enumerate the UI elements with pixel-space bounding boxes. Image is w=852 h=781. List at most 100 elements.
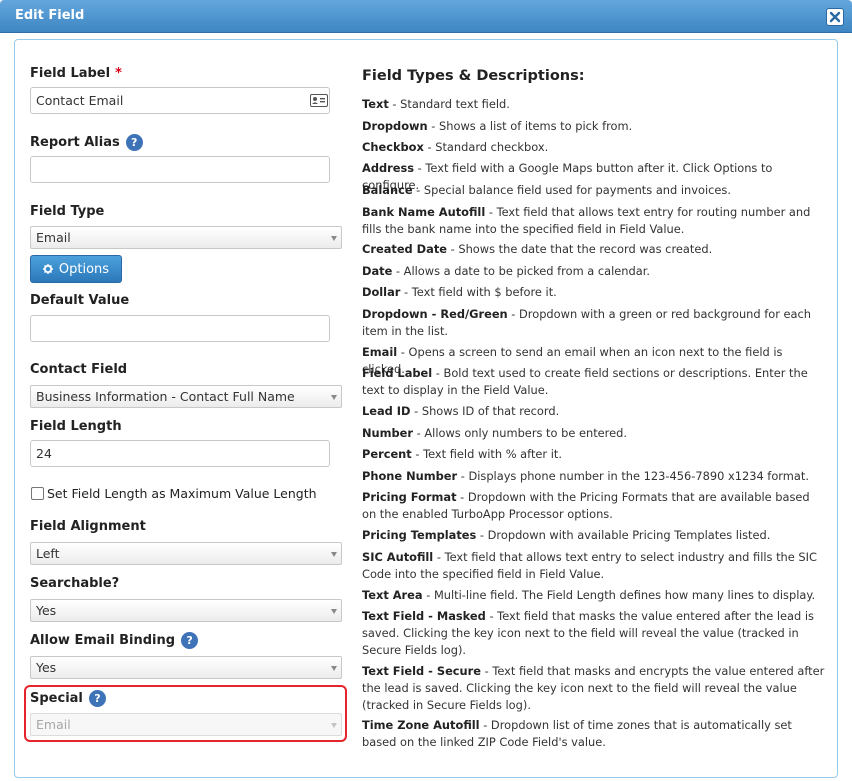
options-button[interactable]: Options — [30, 255, 122, 283]
chevron-down-icon — [331, 723, 337, 728]
set-max-length-label[interactable]: Set Field Length as Maximum Value Length — [47, 486, 317, 501]
type-description: - Shows ID of that record. — [410, 404, 560, 418]
set-max-length-checkbox[interactable] — [31, 487, 44, 500]
type-name: Number — [362, 426, 414, 440]
type-name: Time Zone Autofill — [362, 718, 480, 732]
type-name: Dropdown - Red/Green — [362, 307, 508, 321]
type-description: - Allows only numbers to be entered. — [413, 426, 627, 440]
type-name: Text Area — [362, 588, 423, 602]
type-name: Created Date — [362, 242, 447, 256]
default-value-input[interactable] — [30, 315, 330, 342]
report-alias-label: Report Alias ? — [30, 133, 143, 151]
type-name: Address — [362, 161, 415, 175]
type-name: Dollar — [362, 285, 401, 299]
report-alias-text: Report Alias — [30, 134, 120, 150]
chevron-down-icon — [331, 609, 337, 614]
special-label: Special ? — [30, 689, 106, 707]
allow-email-binding-help-icon[interactable]: ? — [181, 631, 199, 649]
type-desc-checkbox: Checkbox - Standard checkbox. — [362, 139, 826, 156]
field-length-label: Field Length — [30, 417, 122, 435]
dialog-title: Edit Field — [15, 8, 85, 23]
field-type-value: Email — [36, 230, 71, 245]
special-value: Email — [36, 717, 71, 732]
field-label-label: Field Label * — [30, 64, 122, 82]
field-label-text: Field Label — [30, 65, 111, 81]
type-name: Dropdown — [362, 119, 428, 133]
contact-field-select[interactable]: Business Information - Contact Full Name — [30, 385, 342, 408]
field-length-text: Field Length — [30, 418, 122, 434]
type-desc-pricing-format: Pricing Format - Dropdown with the Prici… — [362, 489, 826, 523]
searchable-label: Searchable? — [30, 574, 119, 592]
type-desc-pricing-templates: Pricing Templates - Dropdown with availa… — [362, 527, 826, 544]
allow-email-binding-text: Allow Email Binding — [30, 632, 176, 648]
field-label-value: Contact Email — [36, 93, 124, 108]
type-desc-field-label: Field Label - Bold text used to create f… — [362, 365, 826, 399]
allow-email-binding-select[interactable]: Yes — [30, 656, 342, 679]
type-description: - Allows a date to be picked from a cale… — [392, 264, 650, 278]
type-desc-bank-name-autofill: Bank Name Autofill - Text field that all… — [362, 204, 826, 238]
report-alias-help-icon[interactable]: ? — [125, 133, 143, 151]
type-desc-number: Number - Allows only numbers to be enter… — [362, 425, 826, 442]
searchable-value: Yes — [36, 603, 57, 618]
types-heading: Field Types & Descriptions: — [362, 68, 585, 84]
contact-field-label: Contact Field — [30, 360, 127, 378]
type-desc-phone-number: Phone Number - Displays phone number in … — [362, 468, 826, 485]
contact-field-text: Contact Field — [30, 361, 128, 377]
type-desc-lead-id: Lead ID - Shows ID of that record. — [362, 403, 826, 420]
type-desc-dropdown: Dropdown - Shows a list of items to pick… — [362, 118, 826, 135]
field-type-select[interactable]: Email — [30, 226, 342, 249]
required-marker: * — [115, 65, 122, 81]
close-button[interactable] — [826, 8, 844, 26]
type-description: - Text field with $ before it. — [400, 285, 557, 299]
type-desc-text-field-secure: Text Field - Secure - Text field that ma… — [362, 663, 826, 714]
field-alignment-label: Field Alignment — [30, 517, 146, 535]
type-name: SIC Autofill — [362, 550, 434, 564]
type-description: - Text field with % after it. — [411, 447, 562, 461]
type-name: Bank Name Autofill — [362, 205, 486, 219]
type-name: Field Label — [362, 366, 433, 380]
special-help-icon[interactable]: ? — [88, 689, 106, 707]
type-name: Checkbox — [362, 140, 424, 154]
chevron-down-icon — [331, 552, 337, 557]
special-text: Special — [30, 690, 83, 706]
type-desc-sic-autofill: SIC Autofill - Text field that allows te… — [362, 549, 826, 583]
type-description: - Multi-line field. The Field Length def… — [422, 588, 816, 602]
type-description: - Shows the date that the record was cre… — [447, 242, 713, 256]
allow-email-binding-value: Yes — [36, 660, 57, 675]
field-length-input[interactable]: 24 — [30, 440, 330, 467]
close-icon — [829, 11, 841, 23]
contact-field-value: Business Information - Contact Full Name — [36, 389, 295, 404]
type-name: Text — [362, 97, 389, 111]
field-alignment-text: Field Alignment — [30, 518, 146, 534]
type-description: - Special balance field used for payment… — [412, 183, 731, 197]
type-desc-dollar: Dollar - Text field with $ before it. — [362, 284, 826, 301]
default-value-text: Default Value — [30, 292, 130, 308]
type-desc-date: Date - Allows a date to be picked from a… — [362, 263, 826, 280]
type-desc-percent: Percent - Text field with % after it. — [362, 446, 826, 463]
chevron-down-icon — [331, 666, 337, 671]
type-name: Lead ID — [362, 404, 411, 418]
searchable-select[interactable]: Yes — [30, 599, 342, 622]
field-alignment-value: Left — [36, 546, 60, 561]
gear-icon — [42, 264, 53, 274]
chevron-down-icon — [331, 395, 337, 400]
type-desc-text-area: Text Area - Multi-line field. The Field … — [362, 587, 826, 604]
chevron-down-icon — [331, 236, 337, 241]
type-name: Pricing Format — [362, 490, 457, 504]
dialog-titlebar: Edit Field — [0, 0, 852, 33]
type-name: Email — [362, 345, 398, 359]
type-name: Pricing Templates — [362, 528, 477, 542]
report-alias-input[interactable] — [30, 156, 330, 183]
field-alignment-select[interactable]: Left — [30, 542, 342, 565]
type-description: - Displays phone number in the 123-456-7… — [457, 469, 809, 483]
field-label-input[interactable]: Contact Email — [30, 87, 330, 114]
type-desc-dropdown-red-green: Dropdown - Red/Green - Dropdown with a g… — [362, 306, 826, 340]
default-value-label: Default Value — [30, 291, 129, 309]
type-name: Percent — [362, 447, 412, 461]
contact-card-icon[interactable] — [310, 94, 328, 107]
special-select: Email — [30, 713, 342, 736]
options-button-label: Options — [58, 261, 110, 277]
type-description: - Standard text field. — [388, 97, 510, 111]
type-name: Text Field - Secure — [362, 664, 481, 678]
type-desc-created-date: Created Date - Shows the date that the r… — [362, 241, 826, 258]
